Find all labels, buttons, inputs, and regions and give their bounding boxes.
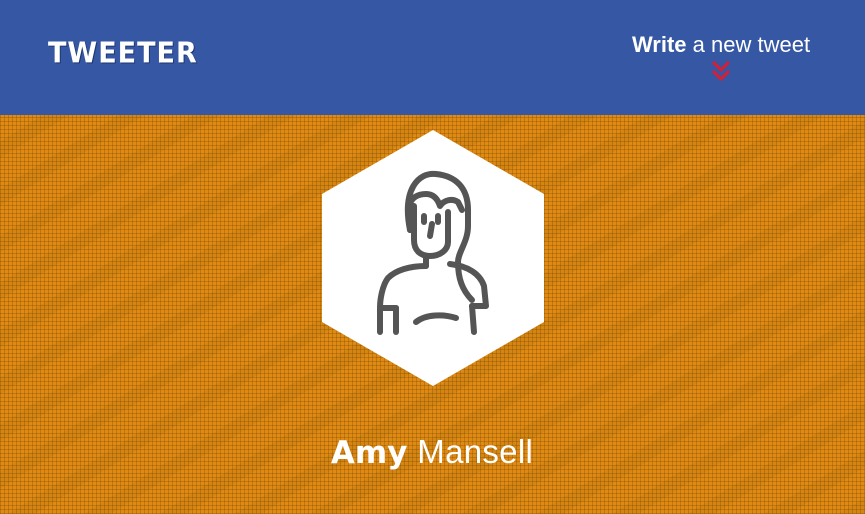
- profile-first-name: Amy: [330, 435, 408, 471]
- write-new-tweet-link[interactable]: Write a new tweet: [620, 32, 822, 58]
- write-link-strong: Write: [631, 32, 687, 57]
- profile-name: Amy Mansell: [232, 433, 632, 471]
- double-chevron-down-icon[interactable]: [711, 60, 731, 84]
- app-logo[interactable]: TWEETER: [48, 37, 198, 70]
- profile-last-name: Mansell: [417, 433, 534, 470]
- top-header: TWEETER Write a new tweet: [0, 0, 865, 115]
- write-link-rest: a new tweet: [686, 32, 811, 57]
- profile-avatar: [322, 130, 544, 386]
